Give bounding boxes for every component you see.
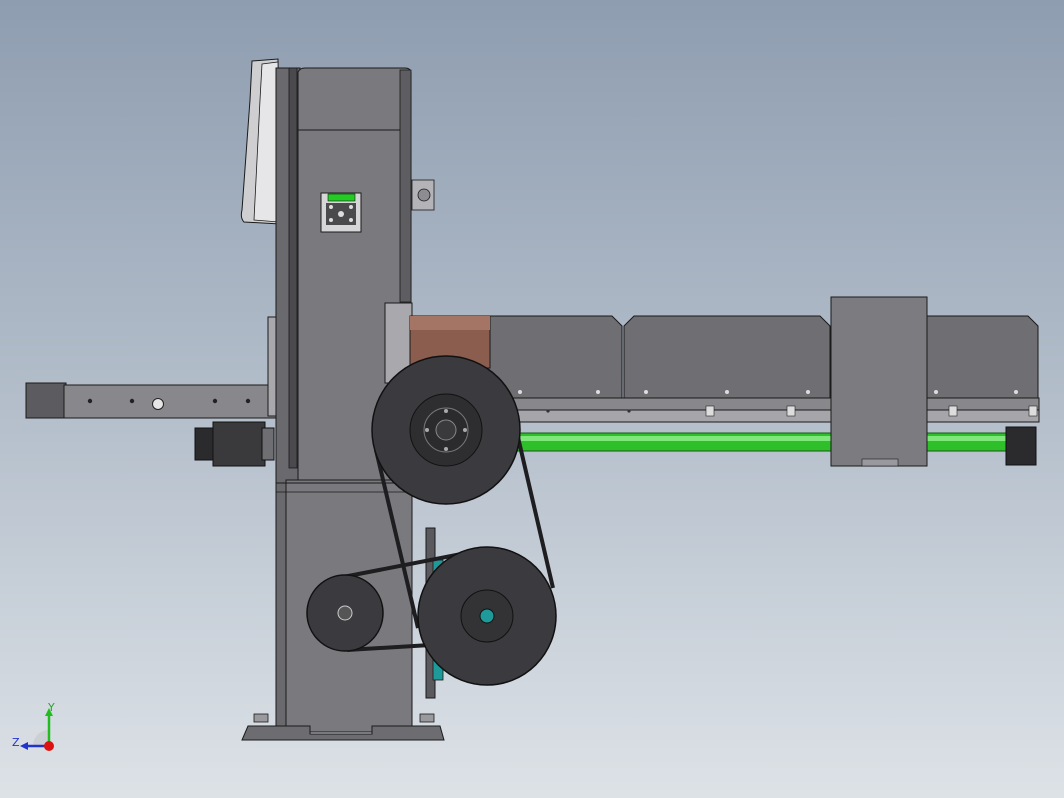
control-panel xyxy=(240,58,281,225)
lower-large-pulley xyxy=(417,546,557,686)
coordinate-triad: Y Z xyxy=(12,701,55,751)
x-axis-origin xyxy=(44,741,54,751)
z-axis-label: Z xyxy=(12,736,20,749)
carriage-block xyxy=(830,296,928,467)
idler-pulley xyxy=(306,574,384,652)
slide-rail xyxy=(484,315,1040,466)
left-arm xyxy=(25,316,279,419)
machine-drawing: Y Z xyxy=(12,58,1040,751)
y-axis-label: Y xyxy=(47,701,55,714)
upper-pulley xyxy=(371,355,521,505)
nameplate xyxy=(320,192,362,233)
cad-viewport[interactable]: Y Z xyxy=(0,0,1064,798)
side-motor xyxy=(194,421,275,467)
z-arrow-icon xyxy=(20,742,28,750)
